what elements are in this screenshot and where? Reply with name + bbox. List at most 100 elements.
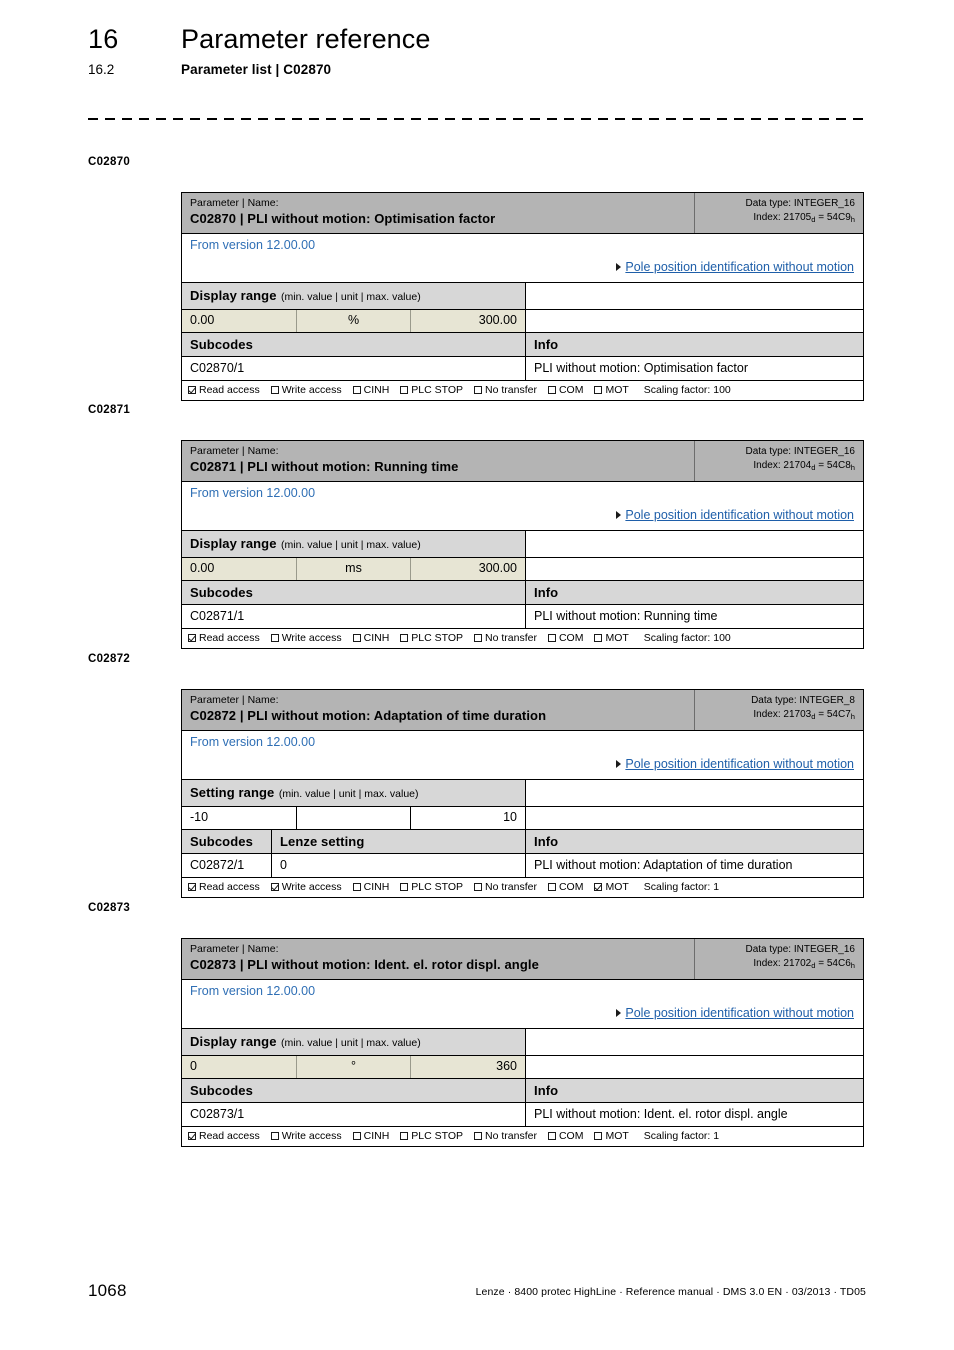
version-link-row: From version 12.00.00 Pole position ident… bbox=[182, 482, 863, 531]
flag-cinh: CINH bbox=[352, 632, 389, 644]
range-values-spacer bbox=[526, 309, 863, 332]
range-header-spacer bbox=[526, 1028, 863, 1055]
info-column-header: Info bbox=[534, 584, 559, 600]
scaling-factor-text: Scaling factor: 100 bbox=[643, 383, 731, 396]
flag-read-access: Read access bbox=[188, 632, 260, 644]
range-max-value: 300.00 bbox=[411, 309, 526, 332]
parameter-name-caption: Parameter | Name: bbox=[190, 943, 279, 955]
flag-mot-label: MOT bbox=[605, 383, 629, 396]
flag-write-access-label: Write access bbox=[281, 880, 342, 893]
margin-label-c02873: C02873 bbox=[88, 902, 131, 914]
flag-com: COM bbox=[547, 1130, 583, 1142]
flag-plc-stop-label: PLC STOP bbox=[411, 1129, 464, 1142]
flag-read-access-checkbox[interactable] bbox=[188, 1131, 196, 1140]
flag-com-checkbox[interactable] bbox=[547, 1131, 556, 1140]
flag-mot-checkbox[interactable] bbox=[594, 882, 603, 891]
flag-com: COM bbox=[547, 880, 584, 893]
flag-write-access-checkbox[interactable] bbox=[270, 385, 279, 394]
range-title-text: Display range bbox=[190, 287, 277, 303]
range-title-cell: Setting range (min. value | unit | max. … bbox=[182, 779, 526, 806]
data-type-text: Data type: INTEGER_8 bbox=[751, 695, 855, 706]
flag-no-transfer-checkbox[interactable] bbox=[474, 633, 483, 642]
flag-plc-stop-checkbox[interactable] bbox=[400, 1131, 409, 1140]
related-topic-link[interactable]: Pole position identification without mot… bbox=[625, 757, 854, 771]
flag-cinh-checkbox[interactable] bbox=[352, 882, 361, 891]
range-values-row: 0 ° 360 bbox=[182, 1055, 863, 1079]
section-title: Parameter list | C02870 bbox=[181, 62, 332, 77]
flag-write-access-checkbox[interactable] bbox=[270, 633, 279, 642]
range-title-text: Setting range bbox=[190, 784, 275, 800]
subcodes-column-header: Subcodes bbox=[182, 332, 526, 356]
range-header-spacer bbox=[526, 282, 863, 309]
scaling-factor-text: Scaling factor: 1 bbox=[643, 880, 720, 893]
flag-com-label: COM bbox=[558, 880, 584, 893]
range-values-spacer bbox=[526, 557, 863, 580]
subcodes-column-header: Subcodes bbox=[182, 829, 272, 853]
flag-com: COM bbox=[547, 631, 584, 644]
flag-com-checkbox[interactable] bbox=[547, 385, 556, 394]
subcodes-header-row: Subcodes Info bbox=[182, 1078, 863, 1103]
flag-com-label: COM bbox=[558, 631, 584, 644]
flag-mot-checkbox[interactable] bbox=[594, 633, 603, 642]
flag-no-transfer-checkbox[interactable] bbox=[474, 882, 483, 891]
related-topic-link[interactable]: Pole position identification without mot… bbox=[625, 260, 854, 274]
flag-no-transfer: No transfer bbox=[474, 632, 537, 644]
flag-no-transfer-checkbox[interactable] bbox=[474, 385, 483, 394]
range-header-row: Display range (min. value | unit | max. … bbox=[182, 282, 863, 310]
flag-com-checkbox[interactable] bbox=[547, 882, 556, 891]
range-unit-value bbox=[297, 806, 411, 829]
flag-read-access-checkbox[interactable] bbox=[188, 882, 196, 891]
flag-read-access: Read access bbox=[188, 384, 260, 396]
data-type-cell: Data type: INTEGER_16 Index: 21702d = 54C… bbox=[695, 939, 863, 979]
flag-mot-checkbox[interactable] bbox=[594, 1131, 603, 1140]
triangle-bullet-icon bbox=[616, 510, 622, 519]
parameter-table-c02872: Parameter | Name: C02872 | PLI without mo… bbox=[181, 689, 864, 898]
data-type-cell: Data type: INTEGER_16 Index: 21705d = 54C… bbox=[695, 193, 863, 233]
parameter-name-cell: Parameter | Name: C02871 | PLI without mo… bbox=[182, 441, 695, 482]
range-hint-text: (min. value | unit | max. value) bbox=[281, 538, 421, 551]
section-line: 16.2 Parameter list | C02870 bbox=[88, 62, 868, 77]
flag-plc-stop-checkbox[interactable] bbox=[400, 633, 409, 642]
flag-cinh-checkbox[interactable] bbox=[352, 1131, 361, 1140]
flag-mot: MOT bbox=[594, 881, 629, 893]
range-values-row: -10 10 bbox=[182, 806, 863, 830]
range-unit-value: ms bbox=[297, 557, 411, 580]
flag-no-transfer-checkbox[interactable] bbox=[474, 1131, 483, 1140]
index-text: Index: 21703d = 54C7h bbox=[753, 708, 855, 721]
flag-cinh-checkbox[interactable] bbox=[352, 633, 361, 642]
flag-cinh: CINH bbox=[352, 384, 389, 396]
flag-write-access-checkbox[interactable] bbox=[270, 882, 279, 891]
access-flags-row: Read access Write access CINH PLC STOP No tr… bbox=[182, 629, 863, 648]
flag-write-access-checkbox[interactable] bbox=[270, 1131, 279, 1140]
flag-plc-stop-checkbox[interactable] bbox=[400, 882, 409, 891]
flag-com-label: COM bbox=[558, 383, 584, 396]
flag-write-access: Write access bbox=[270, 1130, 342, 1142]
related-link-row: Pole position identification without mot… bbox=[190, 754, 855, 775]
related-topic-link[interactable]: Pole position identification without mot… bbox=[625, 1006, 854, 1020]
flag-com-checkbox[interactable] bbox=[547, 633, 556, 642]
flag-no-transfer-label: No transfer bbox=[485, 383, 537, 396]
parameter-table-c02870: Parameter | Name: C02870 | PLI without mo… bbox=[181, 192, 864, 401]
flag-cinh-label: CINH bbox=[363, 880, 390, 893]
flag-plc-stop: PLC STOP bbox=[400, 1130, 463, 1142]
flag-com: COM bbox=[547, 383, 584, 396]
flag-read-access-label: Read access bbox=[199, 631, 260, 644]
flag-plc-stop-checkbox[interactable] bbox=[400, 385, 409, 394]
range-min-value: 0 bbox=[182, 1055, 297, 1078]
flag-mot-checkbox[interactable] bbox=[594, 385, 603, 394]
flag-read-access-checkbox[interactable] bbox=[188, 385, 196, 394]
related-link-row: Pole position identification without mot… bbox=[190, 1003, 855, 1024]
range-values-spacer bbox=[526, 1055, 863, 1078]
flag-cinh-checkbox[interactable] bbox=[352, 385, 361, 394]
range-unit-value: % bbox=[297, 309, 411, 332]
data-type-cell: Data type: INTEGER_8 Index: 21703d = 54C7… bbox=[695, 690, 863, 730]
from-version-text: From version 12.00.00 bbox=[190, 238, 316, 253]
data-type-text: Data type: INTEGER_16 bbox=[745, 446, 856, 457]
related-topic-link[interactable]: Pole position identification without mot… bbox=[625, 508, 854, 522]
subcode-id-cell: C02871/1 bbox=[182, 604, 526, 628]
flag-read-access-checkbox[interactable] bbox=[188, 633, 196, 642]
range-title-cell: Display range (min. value | unit | max. … bbox=[182, 1028, 526, 1055]
margin-label-c02872: C02872 bbox=[88, 653, 131, 665]
range-values-row: 0.00% 300.00 bbox=[182, 309, 863, 333]
flag-plc-stop-label: PLC STOP bbox=[411, 631, 464, 644]
